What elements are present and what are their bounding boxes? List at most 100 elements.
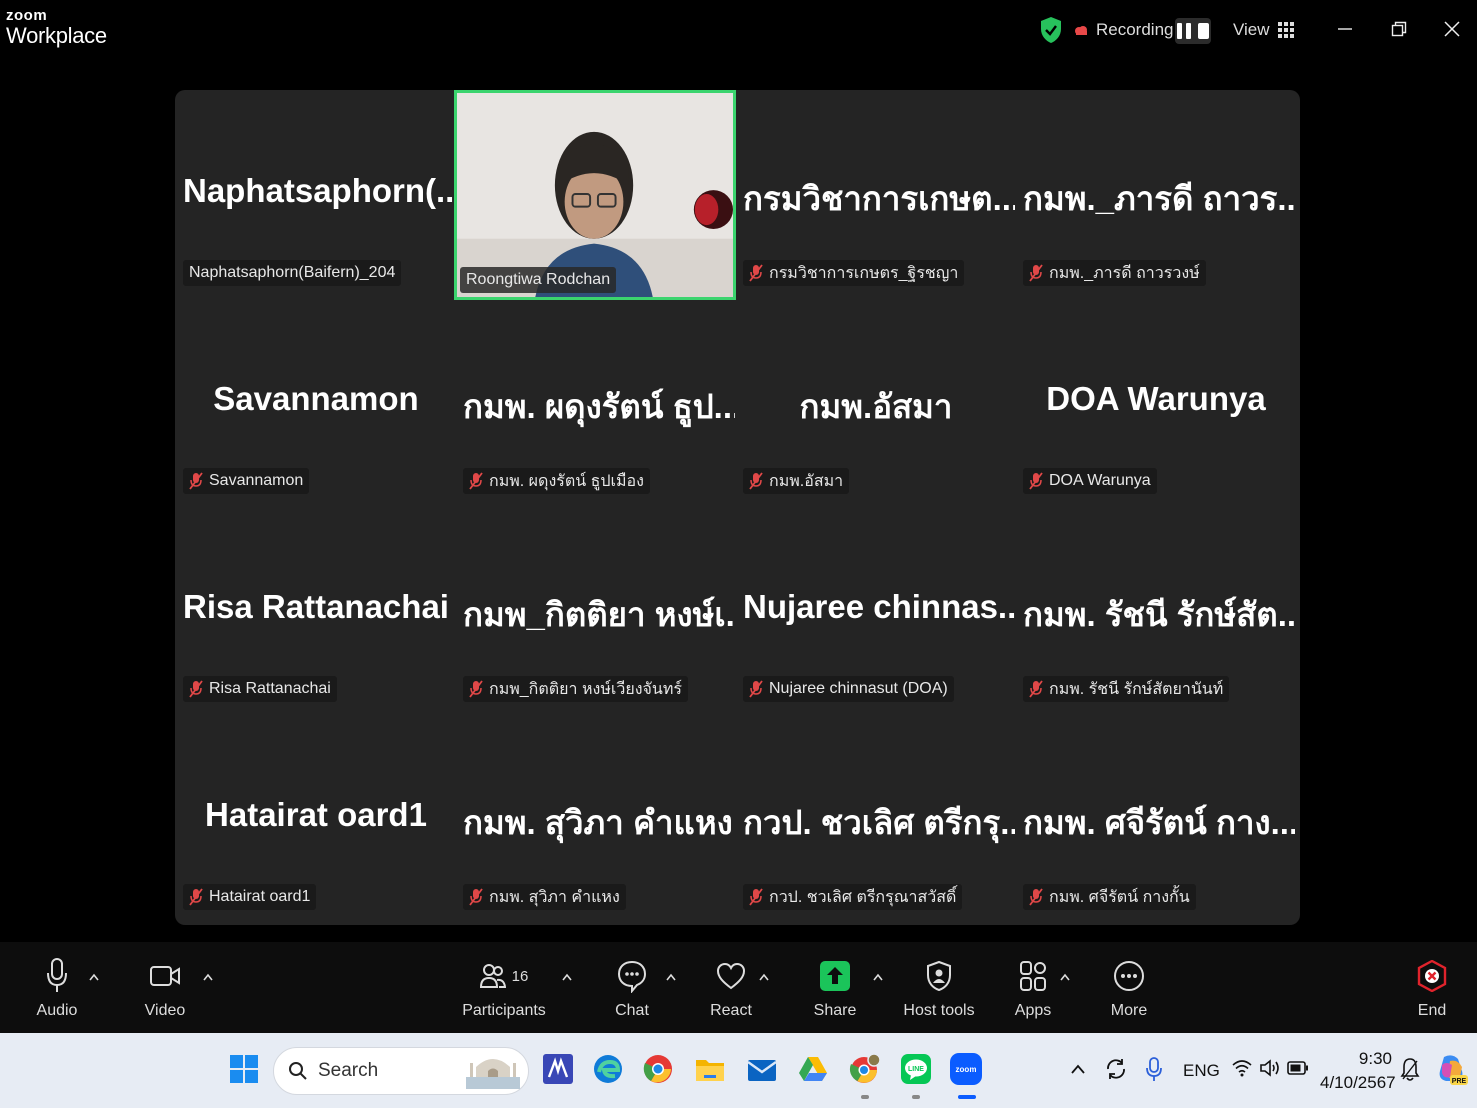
battery-icon[interactable] <box>1287 1061 1309 1075</box>
recording-pause-stop-button[interactable] <box>1175 18 1211 44</box>
participant-display-name: Naphatsaphorn(... <box>183 172 455 209</box>
share-button[interactable]: Share <box>780 956 890 1020</box>
taskbar-app-line[interactable]: LINE <box>896 1049 936 1089</box>
participant-tile[interactable]: Hatairat oard1 Hatairat oard1 <box>177 714 455 920</box>
svg-text:LINE: LINE <box>908 1066 924 1073</box>
taskbar-clock[interactable]: 9:30 4/10/2567 <box>1320 1047 1396 1095</box>
participants-options-caret-icon[interactable] <box>561 972 573 982</box>
encryption-shield-icon[interactable] <box>1040 16 1062 44</box>
muted-mic-icon <box>469 680 483 698</box>
line-messenger-icon: LINE <box>901 1054 931 1084</box>
muted-mic-icon <box>1029 264 1043 282</box>
taskbar-app-edge[interactable] <box>588 1049 628 1089</box>
taskbar-app-chrome[interactable] <box>638 1049 678 1089</box>
audio-button[interactable]: Audio <box>2 956 112 1020</box>
microphone-icon <box>47 958 67 992</box>
participant-label-text: กมพ._ภารดี ถาวรวงษ์ <box>1049 264 1200 282</box>
taskbar-app-file-explorer[interactable] <box>690 1049 730 1089</box>
participant-label-text: กมพ.อัสมา <box>769 472 844 490</box>
taskbar-app-google-drive[interactable] <box>793 1049 833 1089</box>
more-button[interactable]: More <box>1074 956 1184 1020</box>
react-button[interactable]: React <box>676 956 786 1020</box>
chat-button[interactable]: Chat <box>577 956 687 1020</box>
participant-tile[interactable]: Nujaree chinnas... Nujaree chinnasut (DO… <box>737 506 1015 712</box>
participant-name-label: กมพ.อัสมา <box>743 468 850 494</box>
participant-display-name: กมพ._ภารดี ถาวร... <box>1023 180 1295 217</box>
recording-indicator[interactable]: Recording... <box>1074 20 1188 40</box>
participant-name-label: Roongtiwa Rodchan <box>460 267 617 293</box>
restore-icon <box>1391 21 1407 37</box>
view-button[interactable]: View <box>1233 20 1294 40</box>
audio-options-caret-icon[interactable] <box>88 972 100 982</box>
close-button[interactable] <box>1435 14 1469 44</box>
participant-label-text: กวป. ชวเลิศ ตรีกรุณาสวัสดิ์ <box>769 888 957 906</box>
participant-label-text: DOA Warunya <box>1049 472 1151 489</box>
participant-tile[interactable]: Naphatsaphorn(... Naphatsaphorn(Baifern)… <box>177 90 455 296</box>
participant-tile[interactable]: Risa Rattanachai Risa Rattanachai <box>177 506 455 712</box>
participant-name-label: Risa Rattanachai <box>183 676 337 702</box>
participant-tile[interactable]: กรมวิชาการเกษต... กรมวิชาการเกษตร_ฐิรชญา <box>737 90 1015 296</box>
taskbar-app-chrome-profile[interactable] <box>845 1049 885 1089</box>
participant-tile[interactable]: กมพ_กิตติยา หงษ์เ... กมพ_กิตติยา หงษ์เวี… <box>457 506 735 712</box>
participant-name-label: กมพ. ศจีรัตน์ กางกั้น <box>1023 884 1196 910</box>
restore-button[interactable] <box>1382 14 1416 44</box>
start-button[interactable] <box>224 1049 264 1089</box>
participant-tile[interactable]: กมพ. ศจีรัตน์ กาง... กมพ. ศจีรัตน์ กางกั… <box>1017 714 1295 920</box>
minimize-button[interactable] <box>1328 14 1362 44</box>
logo-workplace: Workplace <box>6 23 107 48</box>
participant-display-name: กวป. ชวเลิศ ตรีกรุ... <box>743 804 1015 841</box>
pause-icon-bar <box>1186 23 1191 39</box>
apps-button[interactable]: Apps <box>978 956 1088 1020</box>
microphone-in-use-icon[interactable] <box>1145 1057 1163 1083</box>
participant-name-label: กวป. ชวเลิศ ตรีกรุณาสวัสดิ์ <box>743 884 963 910</box>
muted-mic-icon <box>1029 680 1043 698</box>
notification-bell-icon[interactable] <box>1400 1057 1420 1083</box>
zoom-app-icon: zoom <box>950 1053 982 1085</box>
participant-tile[interactable]: Savannamon Savannamon <box>177 298 455 504</box>
participant-display-name: กมพ. ผดุงรัตน์ ธูป... <box>463 388 735 425</box>
chrome-browser-icon <box>643 1055 672 1083</box>
host-shield-icon <box>927 960 951 992</box>
participant-tile[interactable]: DOA Warunya DOA Warunya <box>1017 298 1295 504</box>
participant-tile[interactable]: กมพ._ภารดี ถาวร... กมพ._ภารดี ถาวรวงษ์ <box>1017 90 1295 296</box>
taskbar-app-zoom[interactable]: zoom <box>946 1049 986 1089</box>
end-label: End <box>1417 1002 1447 1019</box>
participant-display-name: Nujaree chinnas... <box>743 588 1015 625</box>
react-label: React <box>710 1002 752 1019</box>
share-options-caret-icon[interactable] <box>872 972 884 982</box>
participant-name-label: Savannamon <box>183 468 310 494</box>
taskbar-app-mail[interactable] <box>742 1049 782 1089</box>
participant-tile[interactable]: กมพ. รัชนี รักษ์สัต... กมพ. รัชนี รักษ์ส… <box>1017 506 1295 712</box>
google-drive-icon <box>799 1057 827 1081</box>
more-ellipsis-icon <box>1114 961 1144 991</box>
wifi-icon[interactable] <box>1232 1059 1252 1077</box>
input-language[interactable]: ENG <box>1183 1061 1220 1081</box>
minimize-icon <box>1338 28 1352 30</box>
participants-button[interactable]: 16 Participants <box>449 956 559 1020</box>
participant-tile[interactable]: กมพ. สุวิภา คำแหง กมพ. สุวิภา คำแหง <box>457 714 735 920</box>
view-label: View <box>1233 20 1270 39</box>
copilot-icon[interactable]: PRE <box>1436 1053 1468 1087</box>
participant-label-text: Naphatsaphorn(Baifern)_204 <box>189 264 396 281</box>
react-options-caret-icon[interactable] <box>758 972 770 982</box>
end-meeting-icon <box>1417 960 1447 992</box>
participant-display-name: Risa Rattanachai <box>183 588 449 625</box>
chat-label: Chat <box>615 1002 649 1019</box>
show-hidden-icons-chevron-up-icon[interactable] <box>1070 1063 1086 1075</box>
muted-mic-icon <box>189 888 203 906</box>
taskbar-app-meetings[interactable] <box>538 1049 578 1089</box>
participant-tile-active-speaker[interactable]: Roongtiwa Rodchan <box>454 90 736 300</box>
mail-icon <box>747 1060 777 1081</box>
running-app-indicator <box>912 1095 920 1099</box>
participant-label-text: กมพ. สุวิภา คำแหง <box>489 888 620 906</box>
video-options-caret-icon[interactable] <box>202 972 214 982</box>
participant-tile[interactable]: กวป. ชวเลิศ ตรีกรุ... กวป. ชวเลิศ ตรีกรุ… <box>737 714 1015 920</box>
taskbar-search-box[interactable]: Search <box>273 1047 529 1095</box>
participant-tile[interactable]: กมพ.อัสมา กมพ.อัสมา <box>737 298 1015 504</box>
volume-icon[interactable] <box>1259 1059 1281 1077</box>
apps-options-caret-icon[interactable] <box>1059 972 1071 982</box>
end-meeting-button[interactable]: End <box>1377 956 1477 1020</box>
sync-icon[interactable] <box>1104 1057 1128 1081</box>
video-button[interactable]: Video <box>110 956 220 1020</box>
participant-tile[interactable]: กมพ. ผดุงรัตน์ ธูป... กมพ. ผดุงรัตน์ ธูป… <box>457 298 735 504</box>
